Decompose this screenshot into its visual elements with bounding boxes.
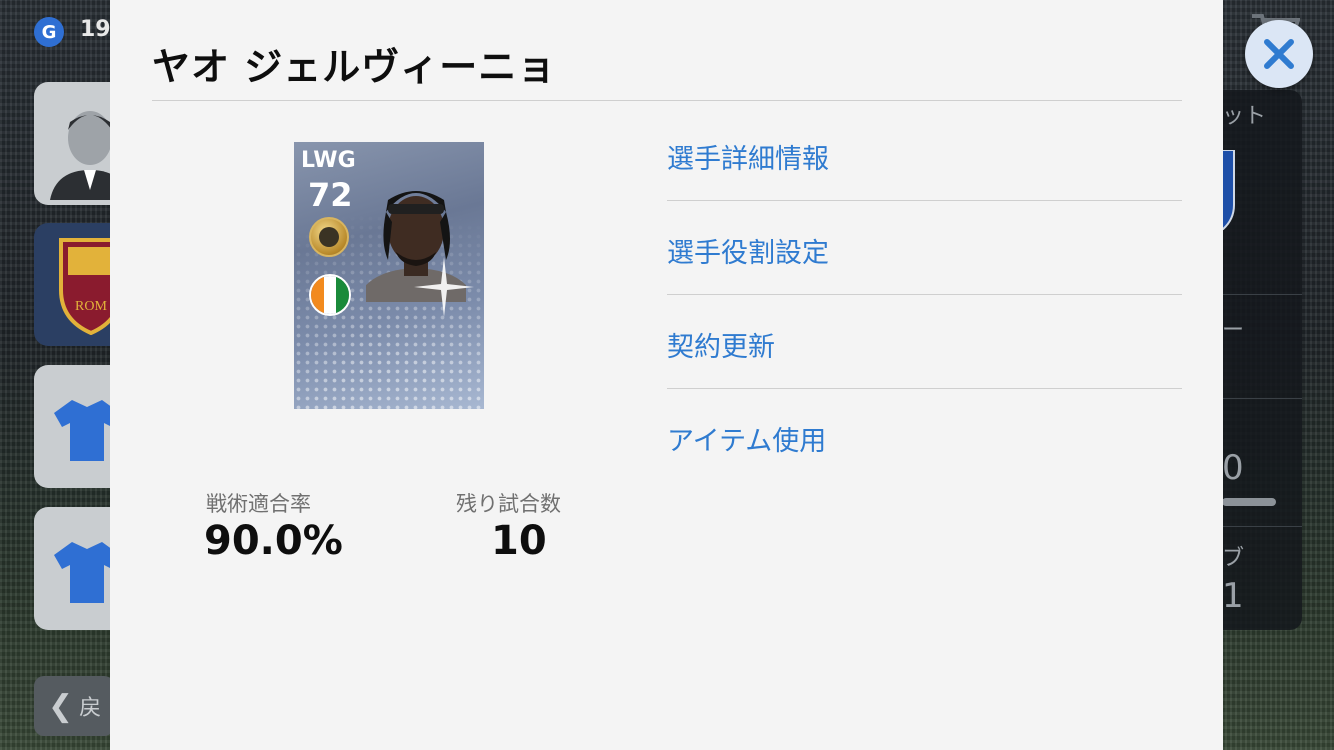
close-icon <box>1264 39 1294 69</box>
card-position: LWG <box>301 148 356 173</box>
player-name-title: ヤオ ジェルヴィーニョ <box>152 45 557 89</box>
right-panel-text-5: 1 <box>1222 576 1244 616</box>
menu-divider <box>667 200 1182 201</box>
right-panel-text-1: ット <box>1222 104 1267 129</box>
menu-divider <box>667 294 1182 295</box>
menu-use-item[interactable]: アイテム使用 <box>667 392 1182 485</box>
right-panel-text-4: ブ <box>1222 546 1245 571</box>
right-panel-text-2: ー <box>1222 318 1245 343</box>
stat-label-remaining-matches: 残り試合数 <box>456 492 561 516</box>
menu-player-role[interactable]: 選手役割設定 <box>667 204 1182 297</box>
coin-value: 19 <box>80 17 111 42</box>
shine-sparkle <box>414 257 474 317</box>
right-panel-text-3: 0 <box>1222 448 1244 488</box>
medal-icon <box>309 217 349 257</box>
back-button[interactable]: ❮ 戻 <box>34 676 114 736</box>
chevron-left-icon: ❮ <box>48 688 74 724</box>
crest-edge-icon <box>1222 150 1235 230</box>
right-panel-divider <box>1222 526 1302 527</box>
player-dialog: ヤオ ジェルヴィーニョ LWG 72 戦術適合率 90.0% 残り試合数 10 … <box>110 0 1223 750</box>
close-button[interactable] <box>1245 20 1313 88</box>
menu-contract-renewal[interactable]: 契約更新 <box>667 298 1182 391</box>
stat-label-tactical-fit: 戦術適合率 <box>206 492 311 516</box>
back-label: 戻 <box>79 696 102 721</box>
card-rating: 72 <box>308 176 353 214</box>
player-card[interactable]: LWG 72 <box>294 142 484 409</box>
manager-avatar-icon <box>50 111 118 200</box>
svg-text:ROM: ROM <box>75 299 107 314</box>
menu-player-details[interactable]: 選手詳細情報 <box>667 110 1182 203</box>
right-panel-divider <box>1222 398 1302 399</box>
stat-value-tactical-fit: 90.0% <box>204 518 343 564</box>
coin-icon: G <box>34 17 64 47</box>
title-divider <box>152 100 1182 101</box>
menu-divider <box>667 388 1182 389</box>
right-panel-divider <box>1222 294 1302 295</box>
flag-icon <box>309 274 351 316</box>
right-panel-bar <box>1222 498 1276 506</box>
stat-value-remaining-matches: 10 <box>491 518 547 564</box>
